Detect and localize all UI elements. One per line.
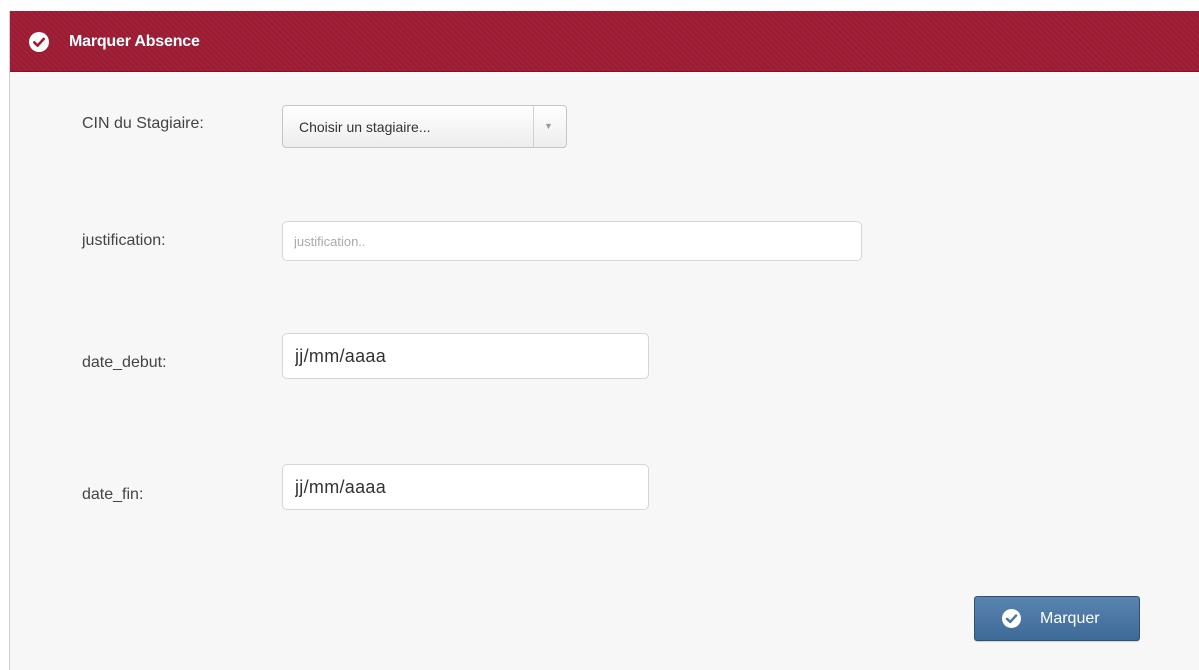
page-title: Marquer Absence bbox=[69, 33, 200, 50]
widget-header: Marquer Absence bbox=[10, 11, 1199, 72]
stagiaire-select-value: Choisir un stagiaire... bbox=[299, 119, 431, 135]
date-fin-input[interactable] bbox=[282, 464, 649, 510]
date-debut-input[interactable] bbox=[282, 333, 649, 379]
date-fin-label: date_fin: bbox=[82, 486, 144, 503]
marquer-button[interactable]: Marquer bbox=[974, 596, 1140, 641]
select-divider bbox=[533, 106, 534, 147]
justification-input[interactable] bbox=[282, 221, 862, 261]
marquer-button-label: Marquer bbox=[1040, 610, 1100, 627]
check-circle-icon bbox=[29, 32, 49, 52]
chevron-down-icon[interactable]: ▼ bbox=[544, 119, 553, 133]
stagiaire-select[interactable]: Choisir un stagiaire... ▼ bbox=[282, 105, 567, 148]
justification-label: justification: bbox=[82, 232, 166, 249]
cin-label: CIN du Stagiaire: bbox=[82, 115, 204, 132]
check-circle-icon bbox=[1002, 609, 1021, 628]
marquer-absence-widget: Marquer Absence CIN du Stagiaire: Choisi… bbox=[9, 11, 1199, 670]
date-debut-label: date_debut: bbox=[82, 354, 167, 371]
